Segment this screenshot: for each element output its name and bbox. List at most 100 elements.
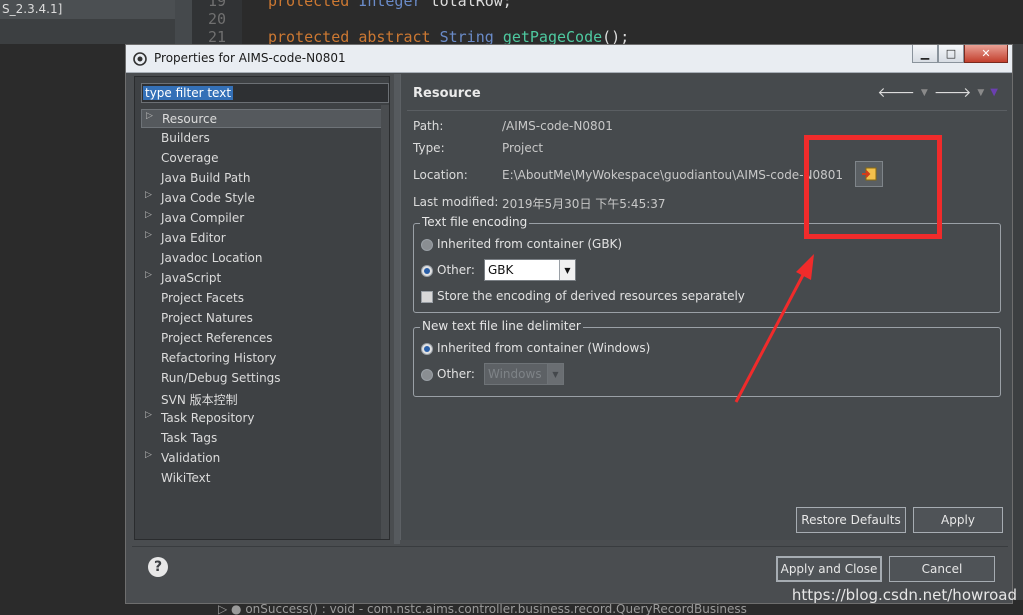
restore-defaults-button[interactable]: Restore Defaults [796, 507, 906, 533]
expand-arrow-icon[interactable]: ▷ [145, 450, 152, 460]
properties-dialog: Properties for AIMS-code-N0801 ▁ □ ✕ typ… [125, 44, 1013, 604]
tree-item-javadoc-location[interactable]: Javadoc Location [141, 249, 389, 268]
tree-item-validation[interactable]: ▷ Validation [141, 449, 389, 468]
code-line[interactable]: protected Integer totalRow; [268, 0, 512, 10]
expand-arrow-icon[interactable]: ▷ [145, 410, 152, 420]
tree-item-java-build-path[interactable]: Java Build Path [141, 169, 389, 188]
delimiter-inherited-radio[interactable] [421, 343, 433, 355]
tree-item-java-editor[interactable]: ▷ Java Editor [141, 229, 389, 248]
tree-item-label: Java Compiler [161, 211, 245, 225]
expand-arrow-icon[interactable]: ▷ [145, 270, 152, 280]
tree-item-project-references[interactable]: Project References [141, 329, 389, 348]
encoding-other-radio[interactable] [421, 265, 433, 277]
tree-item-label: Refactoring History [161, 351, 277, 365]
dialog-title: Properties for AIMS-code-N0801 [154, 51, 346, 65]
path-label: Path: [413, 119, 444, 133]
tree-item-label: Java Editor [161, 231, 226, 245]
encoding-inherited-label[interactable]: Inherited from container (GBK) [437, 237, 622, 251]
modified-value: 2019年5月30日 下午5:45:37 [502, 197, 666, 211]
help-icon[interactable]: ? [148, 557, 168, 577]
tree-item-resource[interactable]: ▷ Resource [141, 109, 389, 128]
store-encoding-checkbox[interactable] [421, 291, 433, 303]
tree-item-label: Resource [162, 112, 218, 126]
tree-item-javascript[interactable]: ▷ JavaScript [141, 269, 389, 288]
back-arrow-icon[interactable]: 🡐 [877, 84, 915, 101]
expand-arrow-icon[interactable]: ▷ [145, 210, 152, 220]
tree-item-label: Project Natures [161, 311, 253, 325]
cancel-button[interactable]: Cancel [889, 556, 995, 582]
tree-item-project-natures[interactable]: Project Natures [141, 309, 389, 328]
delimiter-select-value: Windows [488, 367, 542, 381]
editor-side-strip [1012, 44, 1023, 604]
tree-item-refactoring-history[interactable]: Refactoring History [141, 349, 389, 368]
path-value: /AIMS-code-N0801 [502, 119, 613, 133]
tree-item-run-debug-settings[interactable]: Run/Debug Settings [141, 369, 389, 388]
tree-item-label: JavaScript [161, 271, 222, 285]
encoding-select[interactable]: GBK ▼ [484, 259, 576, 281]
delimiter-other-label[interactable]: Other: [437, 367, 475, 381]
tree-item-label: Validation [161, 451, 221, 465]
close-button[interactable]: ✕ [964, 45, 1008, 63]
encoding-other-label[interactable]: Other: [437, 263, 475, 277]
type-value: Project [502, 141, 544, 155]
package-explorer-scrollbar[interactable] [175, 0, 192, 44]
tree-item-label: SVN 版本控制 [161, 393, 238, 407]
minimize-button[interactable]: ▁ [912, 45, 938, 63]
tree-item-task-tags[interactable]: Task Tags [141, 429, 389, 448]
apply-and-close-button[interactable]: Apply and Close [776, 556, 882, 582]
tree-item-label: Coverage [161, 151, 219, 165]
tree-item-label: Javadoc Location [161, 251, 263, 265]
package-explorer-item[interactable]: S_2.3.4.1] [0, 0, 175, 19]
location-label: Location: [413, 168, 468, 182]
tree-item-label: Task Repository [161, 411, 255, 425]
view-menu-icon[interactable]: ▼ [990, 87, 998, 98]
tree-item-builders[interactable]: Builders [141, 129, 389, 148]
expand-arrow-icon[interactable]: ▷ [145, 190, 152, 200]
tree-item-java-code-style[interactable]: ▷ Java Code Style [141, 189, 389, 208]
tree-item-label: Builders [161, 131, 210, 145]
tree-item-wikitext[interactable]: WikiText [141, 469, 389, 488]
tree-item-task-repository[interactable]: ▷ Task Repository [141, 409, 389, 428]
chevron-down-icon: ▼ [547, 364, 563, 384]
line-number: 20 [208, 10, 227, 28]
chevron-down-icon: ▼ [559, 260, 575, 280]
modified-label: Last modified: [413, 195, 499, 209]
delimiter-other-radio[interactable] [421, 369, 433, 381]
window-controls: ▁ □ ✕ [912, 45, 1008, 65]
back-dropdown-icon[interactable]: ▼ [921, 88, 928, 98]
forward-dropdown-icon[interactable]: ▼ [977, 88, 984, 98]
delimiter-select: Windows ▼ [484, 363, 564, 385]
tree-item-svn[interactable]: SVN 版本控制 [141, 389, 389, 408]
tree-item-label: Project Facets [161, 291, 244, 305]
dialog-titlebar[interactable]: Properties for AIMS-code-N0801 ▁ □ ✕ [126, 45, 1012, 73]
expand-arrow-icon[interactable]: ▷ [146, 111, 153, 121]
forward-arrow-icon[interactable]: 🡒 [934, 84, 972, 101]
delimiter-group: New text file line delimiter Inherited f… [413, 319, 1001, 397]
tree-item-label: Java Code Style [161, 191, 255, 205]
location-value: E:\AboutMe\MyWokespace\guodiantou\AIMS-c… [502, 168, 844, 182]
apply-button[interactable]: Apply [913, 507, 1003, 533]
tree-item-java-compiler[interactable]: ▷ Java Compiler [141, 209, 389, 228]
store-encoding-label[interactable]: Store the encoding of derived resources … [437, 289, 745, 303]
type-label: Type: [413, 141, 445, 155]
encoding-inherited-radio[interactable] [421, 239, 433, 251]
package-explorer: S_2.3.4.1] [0, 0, 192, 44]
encoding-select-value: GBK [488, 263, 514, 277]
tree-scrollbar[interactable] [381, 105, 389, 539]
filter-input[interactable]: type filter text [141, 83, 389, 103]
footer-separator [132, 546, 1008, 547]
delimiter-inherited-label[interactable]: Inherited from container (Windows) [437, 341, 650, 355]
tree-item-project-facets[interactable]: Project Facets [141, 289, 389, 308]
tree-item-label: Run/Debug Settings [161, 371, 281, 385]
annotation-highlight-box [804, 135, 942, 239]
filter-placeholder: type filter text [143, 86, 234, 100]
tree-item-coverage[interactable]: Coverage [141, 149, 389, 168]
page-navigation: 🡐 ▼ 🡒 ▼ ▼ [877, 84, 998, 101]
watermark: https://blog.csdn.net/howroad [791, 586, 1017, 604]
expand-arrow-icon[interactable]: ▷ [145, 230, 152, 240]
delimiter-group-title: New text file line delimiter [420, 319, 583, 333]
encoding-group-title: Text file encoding [420, 215, 530, 229]
tree-item-label: Java Build Path [161, 171, 251, 185]
tree-item-label: Task Tags [161, 431, 218, 445]
maximize-button[interactable]: □ [938, 45, 964, 63]
